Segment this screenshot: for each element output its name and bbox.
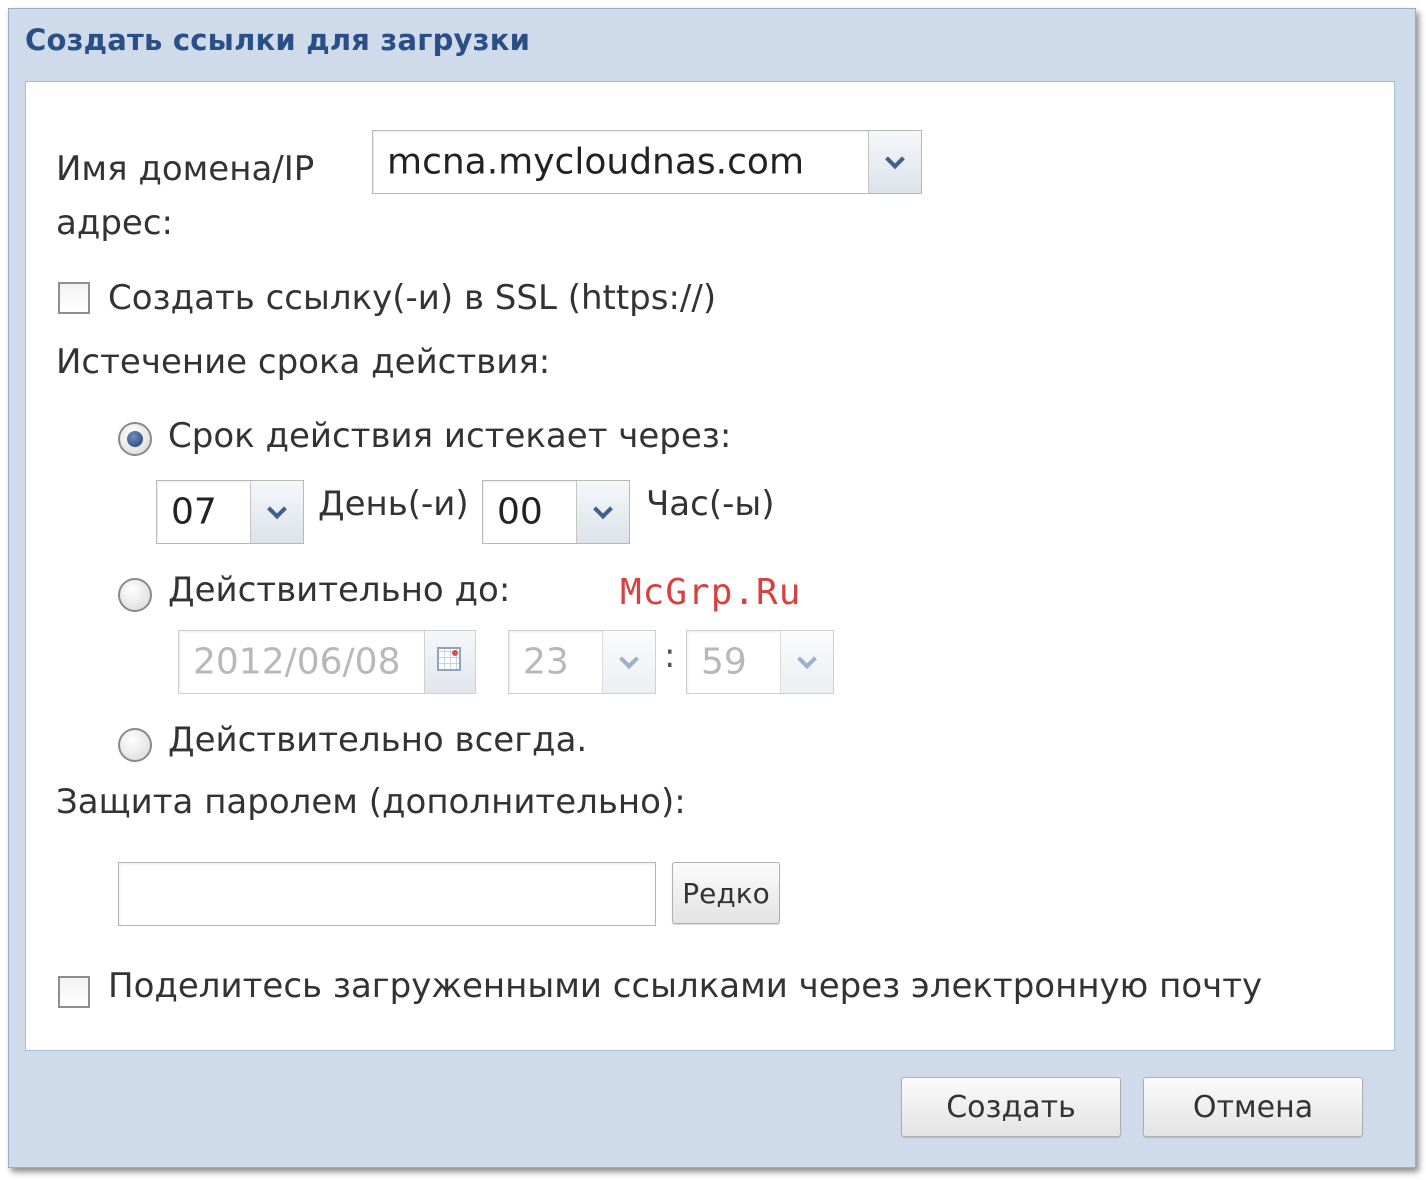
dialog-content-panel: Имя домена/IP адрес: mcna.mycloudnas.com… [25, 81, 1395, 1051]
password-label: Защита паролем (дополнительно): [56, 782, 686, 822]
domain-select[interactable]: mcna.mycloudnas.com [372, 130, 922, 194]
ssl-checkbox[interactable] [58, 282, 90, 314]
days-select[interactable]: 07 [156, 480, 304, 544]
cancel-button[interactable]: Отмена [1143, 1077, 1363, 1137]
calendar-icon [437, 647, 461, 671]
calendar-button[interactable] [424, 631, 475, 693]
watermark-text: McGrp.Ru [620, 572, 802, 613]
chevron-down-icon[interactable] [250, 481, 303, 543]
valid-until-date-value: 2012/06/08 [193, 641, 401, 683]
password-edit-button[interactable]: Редко [672, 862, 780, 924]
share-email-label: Поделитесь загруженными ссылками через э… [108, 966, 1263, 1006]
valid-until-minute-value: 59 [701, 641, 747, 683]
share-email-checkbox[interactable] [58, 976, 90, 1008]
expires-in-radio[interactable] [118, 422, 152, 456]
days-unit-label: День(-и) [318, 484, 469, 524]
valid-until-hour-value: 23 [523, 641, 569, 683]
hours-select-value: 00 [497, 491, 543, 533]
chevron-down-icon[interactable] [576, 481, 629, 543]
always-valid-label: Действительно всегда. [168, 720, 588, 760]
valid-until-minute-select[interactable]: 59 [686, 630, 834, 694]
dialog-title: Создать ссылки для загрузки [25, 23, 531, 57]
always-valid-radio[interactable] [118, 728, 152, 762]
valid-until-hour-select[interactable]: 23 [508, 630, 656, 694]
days-select-value: 07 [171, 491, 217, 533]
hours-select[interactable]: 00 [482, 480, 630, 544]
domain-label: Имя домена/IP адрес: [56, 149, 315, 243]
domain-select-value: mcna.mycloudnas.com [387, 141, 805, 183]
chevron-down-icon[interactable] [780, 631, 833, 693]
time-separator: : [664, 636, 676, 676]
chevron-down-icon[interactable] [868, 131, 921, 193]
valid-until-radio[interactable] [118, 578, 152, 612]
expiration-label: Истечение срока действия: [56, 342, 551, 382]
hours-unit-label: Час(-ы) [646, 484, 775, 524]
password-input[interactable] [118, 862, 656, 926]
expires-in-label: Срок действия истекает через: [168, 416, 732, 456]
chevron-down-icon[interactable] [602, 631, 655, 693]
ssl-checkbox-label: Создать ссылку(-и) в SSL (https://) [108, 278, 717, 318]
valid-until-label: Действительно до: [168, 570, 511, 610]
valid-until-date-input[interactable]: 2012/06/08 [178, 630, 476, 694]
create-button[interactable]: Создать [901, 1077, 1121, 1137]
